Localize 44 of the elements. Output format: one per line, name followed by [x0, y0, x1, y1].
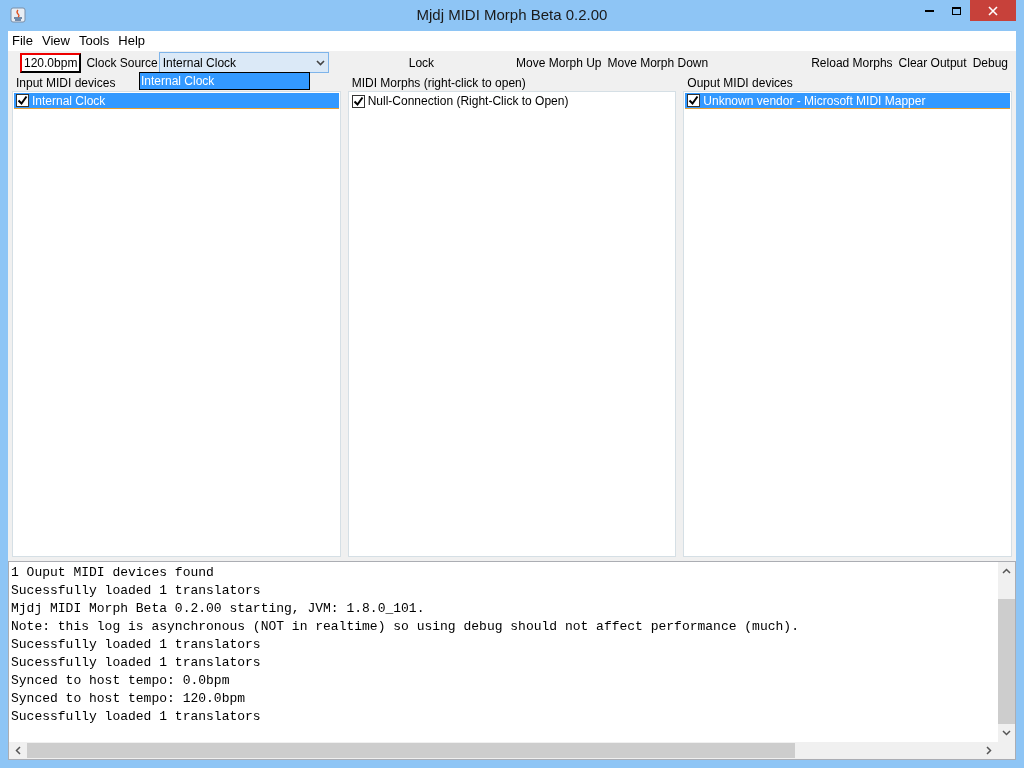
log-line: Sucessfully loaded 1 translators	[11, 582, 262, 600]
scroll-right-icon	[986, 746, 992, 755]
menu-item[interactable]: View	[41, 31, 70, 51]
app-icon	[10, 7, 26, 23]
log-line: Note: this log is asynchronous (NOT in realtime) so using debug should not affect performance (much).	[11, 618, 800, 636]
item-label: Null-Connection (Right-Click to Open)	[367, 93, 569, 110]
toolbar-button[interactable]: Debug	[972, 53, 1008, 72]
checkbox[interactable]	[16, 94, 29, 107]
item-label: Unknown vendor - Microsoft MIDI Mapper	[703, 92, 926, 110]
log-line: Mjdj MIDI Morph Beta 0.2.00 starting, JVM: 1.8.0_101.	[11, 600, 426, 618]
window-title: Mjdj MIDI Morph Beta 0.2.00	[416, 5, 608, 26]
toolbar-button[interactable]: Lock	[408, 53, 435, 72]
log-line: Sucessfully loaded 1 translators	[11, 636, 262, 654]
vertical-scrollbar[interactable]	[998, 562, 1015, 742]
clock-source-dropdown[interactable]: Internal Clock	[158, 52, 329, 73]
list-item[interactable]: Null-Connection (Right-Click to Open)	[349, 93, 675, 109]
scroll-down-icon	[1002, 730, 1011, 736]
scrollbar-thumb[interactable]	[998, 599, 1015, 724]
close-icon	[988, 5, 998, 16]
tempo-field[interactable]: 120.0bpm	[20, 52, 82, 73]
menu-item[interactable]: File	[12, 31, 33, 51]
item-label: Internal Clock	[32, 92, 106, 110]
chevron-down-icon	[315, 59, 325, 66]
clock-source-label: Clock Source	[86, 54, 158, 72]
log-line: Synced to host tempo: 0.0bpm	[11, 672, 231, 690]
menu-item[interactable]: Help	[118, 31, 145, 51]
checkbox[interactable]	[687, 94, 701, 107]
toolbar-button[interactable]: Move Morph Down	[607, 53, 709, 72]
toolbar-button[interactable]: Clear Output	[898, 53, 967, 72]
horizontal-scrollbar[interactable]	[9, 742, 1015, 759]
scroll-up-icon	[1002, 568, 1011, 574]
checkbox[interactable]	[351, 94, 365, 108]
menu-item[interactable]: Tools	[78, 31, 110, 51]
toolbar-button[interactable]: Move Morph Up	[516, 53, 602, 72]
log-line: Synced to host tempo: 120.0bpm	[11, 690, 247, 708]
scroll-left-icon	[15, 746, 21, 755]
panel-title: MIDI Morphs (right-click to open)	[350, 76, 527, 91]
log-line: 1 Ouput MIDI devices found	[11, 564, 215, 582]
log-line: Sucessfully loaded 1 translators	[11, 654, 262, 672]
panel-title: Input MIDI devices	[15, 76, 117, 91]
toolbar-button[interactable]: Reload Morphs	[811, 53, 893, 72]
log-line: Sucessfully loaded 1 translators	[11, 708, 262, 726]
panel-title: Ouput MIDI devices	[686, 76, 794, 91]
scrollbar-thumb[interactable]	[27, 743, 795, 758]
